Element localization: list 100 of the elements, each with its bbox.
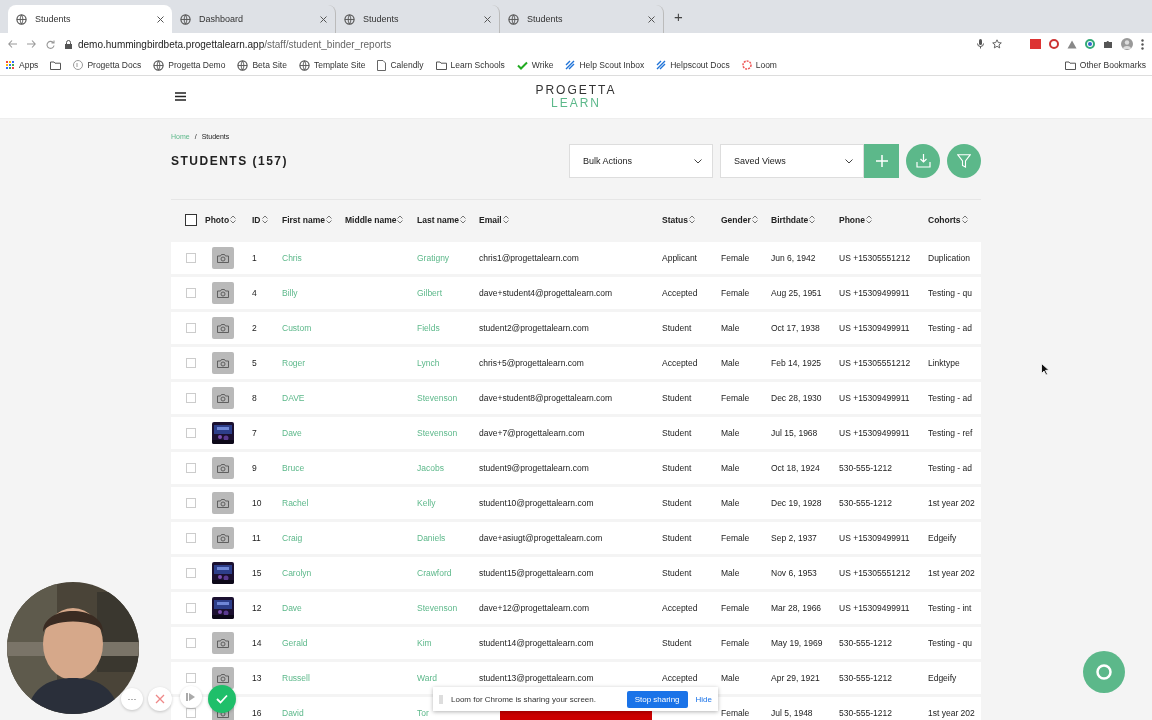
close-icon[interactable] [157,15,164,23]
browser-tab[interactable]: Students [8,5,172,33]
sort-icon[interactable] [460,215,467,224]
column-header[interactable]: Email [479,214,502,225]
plus-icon [875,155,888,167]
close-icon[interactable] [648,15,655,23]
row-checkbox[interactable] [186,603,196,613]
row-checkbox[interactable] [186,428,196,438]
triangle-icon[interactable] [1067,39,1077,49]
status-cell: Student [662,323,692,333]
email-cell: student10@progettalearn.com [479,498,594,508]
column-header[interactable]: Middle name [345,214,397,225]
download-button[interactable] [906,144,940,178]
row-checkbox[interactable] [186,288,196,298]
more-icon[interactable] [1141,38,1144,50]
row-checkbox[interactable] [186,638,196,648]
column-header[interactable]: Cohorts [928,214,961,225]
bulk-actions-dropdown[interactable]: Bulk Actions [569,144,713,178]
gender-cell: Male [721,358,740,368]
cohorts-cell: Testing - ref [928,428,973,438]
bookmark-link[interactable]: Progetta Docs [87,60,142,70]
sort-icon[interactable] [751,215,758,224]
sort-icon[interactable] [230,215,237,224]
bookmark-link[interactable]: Help Scout Inbox [579,60,645,70]
column-header[interactable]: ID [252,214,261,225]
cohorts-cell: Testing - qu [928,288,972,298]
row-checkbox[interactable] [186,393,196,403]
drag-handle-icon[interactable] [439,694,443,704]
row-checkbox[interactable] [186,673,196,683]
row-checkbox[interactable] [186,568,196,578]
help-chat-button[interactable] [1083,651,1125,693]
id-cell: 11 [252,533,261,543]
menu-icon[interactable] [175,92,186,101]
play-pause-icon [186,692,196,702]
close-icon[interactable] [320,15,327,23]
sort-icon[interactable] [866,215,872,224]
address-bar[interactable]: demo.hummingbirdbeta.progettalearn.app/staff/student_binder_reports [78,38,392,50]
bookmark-link[interactable]: Apps [19,60,39,70]
column-header[interactable]: Last name [417,214,460,225]
row-checkbox[interactable] [186,533,196,543]
star-icon[interactable] [992,39,1002,49]
avatar-icon[interactable] [1121,38,1133,50]
column-header[interactable]: Phone [839,214,865,225]
bookmark-link[interactable]: Loom [755,60,777,70]
forward-icon[interactable] [27,40,36,48]
folder-icon [1064,60,1076,70]
column-header[interactable]: Birthdate [771,214,809,225]
saved-views-dropdown[interactable]: Saved Views [720,144,864,178]
bookmark-link[interactable]: Helpscout Docs [670,60,730,70]
sort-icon[interactable] [397,215,404,224]
sort-icon[interactable] [689,215,695,224]
id-cell: 5 [252,358,257,368]
reload-icon[interactable] [46,39,55,49]
new-tab-button[interactable]: + [664,8,693,25]
select-all-checkbox[interactable] [185,213,197,226]
hide-link[interactable]: Hide [695,694,712,704]
bookmark-link[interactable]: Learn Schools [450,60,505,70]
status-cell: Accepted [662,603,698,613]
phone-cell: 530-555-1212 [839,708,892,718]
row-checkbox[interactable] [186,253,196,263]
phone-cell: 530-555-1212 [839,498,892,508]
more-button[interactable]: ··· [121,688,143,710]
status-cell: Accepted [662,358,698,368]
status-cell: Student [662,533,692,543]
stop-sharing-button[interactable]: Stop sharing [626,690,688,708]
sort-icon[interactable] [261,215,268,224]
phone-cell: US +15309499911 [839,533,910,543]
column-header[interactable]: Photo [205,214,230,225]
folder-icon [50,60,62,70]
gender-cell: Female [721,253,750,263]
close-icon[interactable] [484,15,491,23]
birthdate-cell: Jun 6, 1942 [771,253,816,263]
status-cell: Student [662,428,692,438]
bookmark-link[interactable]: Progetta Demo [168,60,226,70]
sort-icon[interactable] [502,215,509,224]
bookmark-link[interactable]: Calendly [390,60,424,70]
add-button[interactable] [864,144,899,178]
row-checkbox[interactable] [186,463,196,473]
cancel-button[interactable] [148,687,172,711]
bookmark-link[interactable]: Template Site [313,60,366,70]
phone-cell: US +15309499911 [839,393,910,403]
row-checkbox[interactable] [186,708,196,718]
bookmark-link[interactable]: Wrike [531,60,554,70]
column-header[interactable]: Status [662,214,688,225]
bookmark-link[interactable]: Other Bookmarks [1079,60,1146,70]
target-icon[interactable] [1049,39,1059,49]
column-header[interactable]: First name [282,214,325,225]
row-checkbox[interactable] [186,498,196,508]
back-icon[interactable] [8,40,17,48]
sort-icon[interactable] [809,215,816,224]
row-checkbox[interactable] [186,358,196,368]
color-ring-icon[interactable] [1085,39,1095,49]
filter-button[interactable] [947,144,981,178]
status-cell: Student [662,638,692,648]
microphone-icon[interactable] [977,39,984,49]
sort-icon[interactable] [961,215,968,224]
row-checkbox[interactable] [186,323,196,333]
sort-icon[interactable] [326,215,332,224]
column-header[interactable]: Gender [721,214,751,225]
bookmark-link[interactable]: Beta Site [252,60,287,70]
